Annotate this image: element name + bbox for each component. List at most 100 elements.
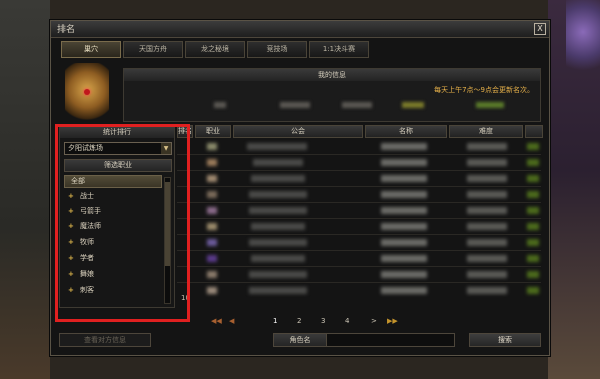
name-cell [381, 207, 427, 214]
prev-page-icon[interactable]: ◀ [229, 317, 234, 325]
job-icon [207, 143, 217, 150]
name-cell [381, 255, 427, 262]
bottom-bar: 查看对方信息 角色名 搜索 [51, 333, 549, 349]
difficulty-cell [467, 223, 507, 230]
table-row[interactable] [177, 155, 541, 171]
guild-cell [253, 159, 303, 166]
difficulty-cell [467, 159, 507, 166]
tab-nest[interactable]: 巢穴 [61, 41, 121, 58]
my-info-blurred [214, 102, 226, 108]
view-party-info-button[interactable]: 查看对方信息 [59, 333, 151, 347]
job-icon [207, 287, 217, 294]
col-name: 名称 [365, 125, 447, 138]
my-info-blurred [342, 102, 372, 108]
difficulty-cell [467, 191, 507, 198]
guild-cell [251, 255, 305, 262]
my-info-blurred [280, 102, 310, 108]
job-icon [207, 159, 217, 166]
guild-cell [249, 271, 307, 278]
name-cell [381, 159, 427, 166]
emblem-gem [84, 89, 90, 95]
table-row[interactable] [177, 235, 541, 251]
search-button[interactable]: 搜索 [469, 333, 541, 347]
name-cell [381, 287, 427, 294]
window-title: 排名 [57, 25, 76, 35]
page-4[interactable]: 4 [345, 317, 349, 325]
my-info-header: 我的信息 [124, 69, 540, 81]
time-cell [527, 175, 539, 182]
guild-cell [249, 191, 307, 198]
difficulty-cell [467, 207, 507, 214]
my-info-blurred [402, 102, 424, 108]
page-2[interactable]: 2 [297, 317, 301, 325]
table-row[interactable] [177, 203, 541, 219]
job-icon [207, 255, 217, 262]
difficulty-cell [467, 239, 507, 246]
name-cell [381, 143, 427, 150]
first-page-icon[interactable]: ◀◀ [211, 317, 222, 325]
name-cell [381, 239, 427, 246]
job-icon [207, 207, 217, 214]
time-cell [527, 255, 539, 262]
guild-cell [247, 143, 307, 150]
table-row[interactable] [177, 171, 541, 187]
time-cell [527, 239, 539, 246]
guild-cell [251, 223, 305, 230]
name-cell [381, 191, 427, 198]
job-icon [207, 271, 217, 278]
close-button[interactable]: X [534, 23, 546, 35]
name-cell [381, 223, 427, 230]
next-page-icon[interactable]: > [371, 317, 377, 325]
time-cell [527, 207, 539, 214]
col-difficulty: 难度 [449, 125, 523, 138]
my-info-blurred [476, 102, 504, 108]
tab-duel[interactable]: 1:1决斗赛 [309, 41, 369, 58]
name-cell [381, 175, 427, 182]
col-job: 职业 [195, 125, 231, 138]
character-name-field[interactable]: 角色名 [273, 333, 455, 347]
difficulty-cell [467, 271, 507, 278]
page-3[interactable]: 3 [321, 317, 325, 325]
update-notice: 每天上午7点～9点会更新名次。 [434, 86, 534, 94]
name-cell [381, 271, 427, 278]
tab-dragon-realm[interactable]: 龙之秘境 [185, 41, 245, 58]
job-icon [207, 191, 217, 198]
table-row[interactable] [177, 139, 541, 155]
time-cell [527, 143, 539, 150]
difficulty-cell [467, 255, 507, 262]
col-guild: 公会 [233, 125, 363, 138]
table-row[interactable] [177, 267, 541, 283]
col-clear-time [525, 125, 543, 138]
table-row[interactable] [177, 219, 541, 235]
time-cell [527, 191, 539, 198]
job-icon [207, 223, 217, 230]
last-page-icon[interactable]: ▶▶ [387, 317, 398, 325]
character-name-label: 角色名 [274, 334, 327, 346]
tab-arena[interactable]: 竞技场 [247, 41, 307, 58]
difficulty-cell [467, 175, 507, 182]
tab-sky-ark[interactable]: 天国方舟 [123, 41, 183, 58]
time-cell [527, 287, 539, 294]
my-info-panel: 我的信息 每天上午7点～9点会更新名次。 [123, 68, 541, 122]
time-cell [527, 271, 539, 278]
highlight-box [55, 124, 190, 322]
table-row[interactable] [177, 187, 541, 203]
background-lantern [566, 0, 600, 80]
guild-cell [251, 175, 305, 182]
nest-emblem-icon [65, 63, 109, 123]
window-titlebar[interactable]: 排名 X [51, 21, 549, 38]
table-row[interactable] [177, 283, 541, 298]
guild-cell [249, 287, 307, 294]
difficulty-cell [467, 143, 507, 150]
table-row[interactable] [177, 251, 541, 267]
difficulty-cell [467, 287, 507, 294]
time-cell [527, 223, 539, 230]
guild-cell [249, 239, 307, 246]
page-1[interactable]: 1 [273, 317, 277, 325]
job-icon [207, 239, 217, 246]
game-background-left [0, 0, 50, 379]
time-cell [527, 159, 539, 166]
guild-cell [249, 207, 307, 214]
ranking-table: 排名 职业 公会 名称 难度 10 [177, 125, 543, 313]
job-icon [207, 175, 217, 182]
